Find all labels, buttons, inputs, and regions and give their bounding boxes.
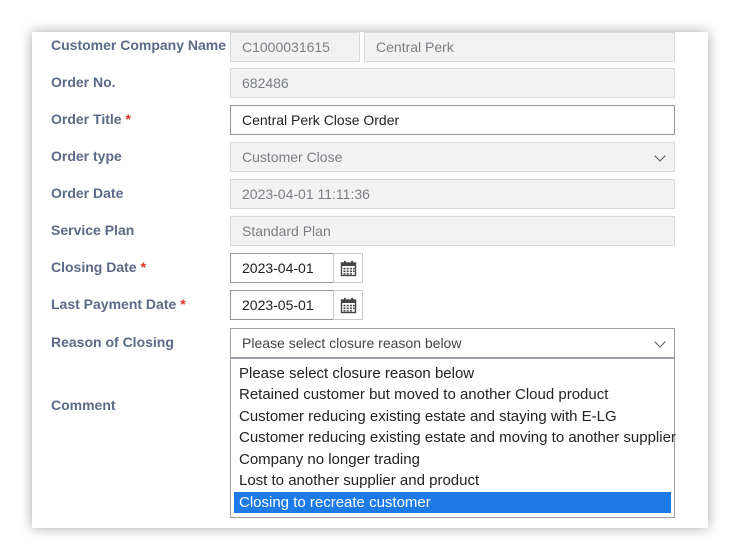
row-order-date: Order Date 2023-04-01 11:11:36: [32, 179, 708, 209]
service-plan-label: Service Plan: [51, 222, 135, 238]
dropdown-option[interactable]: Customer reducing existing estate and mo…: [234, 427, 676, 448]
customer-code-field: C1000031615: [230, 32, 360, 62]
last-payment-date-calendar-button[interactable]: [333, 290, 363, 320]
last-payment-date-label-text: Last Payment Date: [51, 296, 177, 312]
dropdown-option[interactable]: Retained customer but moved to another C…: [234, 384, 671, 405]
row-order-no: Order No. 682486: [32, 68, 708, 98]
order-title-label-text: Order Title: [51, 111, 122, 127]
order-type-label: Order type: [51, 148, 122, 164]
order-date-label: Order Date: [51, 185, 124, 201]
order-title-input[interactable]: Central Perk Close Order: [230, 105, 675, 135]
reason-of-closing-label: Reason of Closing: [51, 334, 174, 350]
dropdown-option[interactable]: Customer reducing existing estate and st…: [234, 406, 671, 427]
dropdown-option-highlighted[interactable]: Closing to recreate customer: [234, 492, 671, 513]
last-payment-date-input[interactable]: 2023-05-01: [230, 290, 334, 320]
order-date-field: 2023-04-01 11:11:36: [230, 179, 675, 209]
order-no-field: 682486: [230, 68, 675, 98]
comment-label: Comment: [51, 397, 116, 413]
customer-name-field: Central Perk: [364, 32, 675, 62]
row-customer-company: Customer Company Name C1000031615 Centra…: [32, 32, 708, 62]
dropdown-option[interactable]: Company no longer trading: [234, 449, 671, 470]
service-plan-field: Standard Plan: [230, 216, 675, 246]
calendar-icon: [340, 260, 357, 277]
order-type-value: Customer Close: [242, 149, 343, 165]
row-closing-date: Closing Date * 2023-04-01: [32, 253, 708, 283]
required-mark: *: [140, 259, 147, 275]
reason-of-closing-select[interactable]: Please select closure reason below: [230, 328, 675, 358]
last-payment-date-label: Last Payment Date *: [51, 290, 186, 320]
customer-company-label: Customer Company Name: [51, 37, 227, 53]
calendar-icon: [340, 297, 357, 314]
row-last-payment-date: Last Payment Date * 2023-05-01: [32, 290, 708, 320]
order-title-label: Order Title *: [51, 105, 131, 135]
closing-date-input[interactable]: 2023-04-01: [230, 253, 334, 283]
reason-of-closing-value: Please select closure reason below: [242, 335, 462, 351]
order-no-label: Order No.: [51, 74, 116, 90]
order-form-panel: Customer Company Name C1000031615 Centra…: [32, 32, 708, 528]
required-mark: *: [180, 296, 186, 312]
dropdown-option[interactable]: Lost to another supplier and product: [234, 470, 671, 491]
row-service-plan: Service Plan Standard Plan: [32, 216, 708, 246]
row-order-type: Order type Customer Close: [32, 142, 708, 172]
order-type-select[interactable]: Customer Close: [230, 142, 675, 172]
required-mark: *: [125, 111, 131, 127]
closing-date-calendar-button[interactable]: [333, 253, 363, 283]
chevron-down-icon: [654, 150, 666, 162]
row-order-title: Order Title * Central Perk Close Order: [32, 105, 708, 135]
chevron-down-icon: [654, 336, 666, 348]
row-reason-of-closing: Reason of Closing Please select closure …: [32, 328, 708, 358]
reason-dropdown-list: Please select closure reason below Retai…: [230, 358, 676, 518]
dropdown-option[interactable]: Please select closure reason below: [234, 363, 671, 384]
closing-date-label-text: Closing Date: [51, 259, 137, 275]
closing-date-label: Closing Date *: [51, 253, 146, 283]
